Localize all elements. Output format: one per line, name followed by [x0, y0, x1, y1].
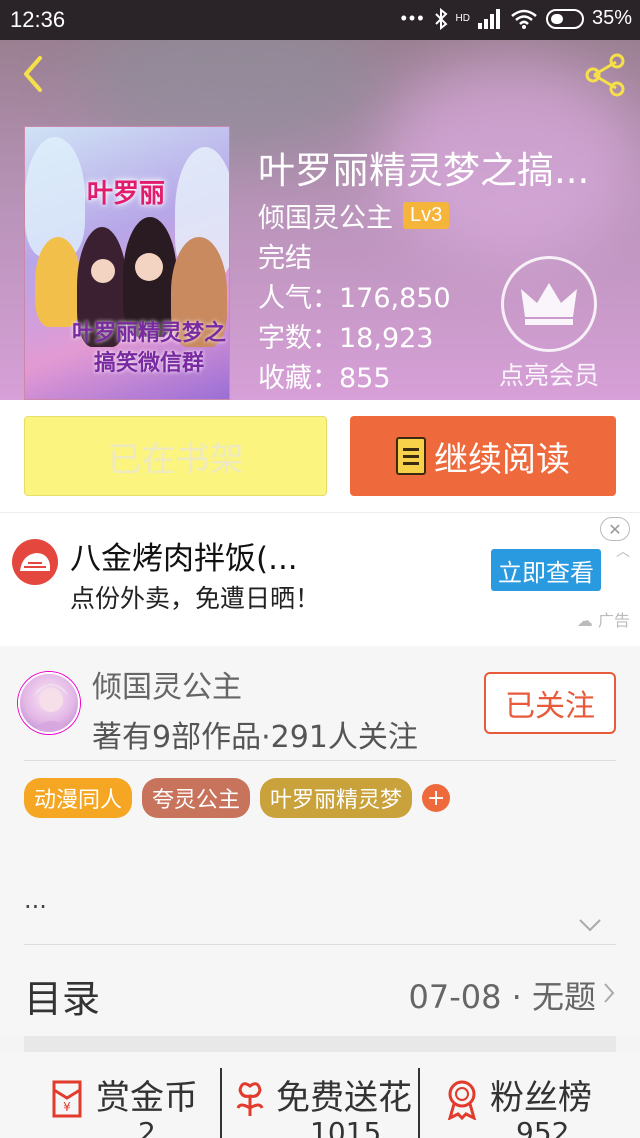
- medal-icon: [447, 1080, 477, 1120]
- section-divider: [24, 1036, 616, 1052]
- back-icon[interactable]: [18, 54, 48, 94]
- signal-icon: [477, 8, 500, 29]
- action-bar: 已在书架 继续阅读: [0, 400, 640, 512]
- bottom-stats: ¥ 赏金币 2 免费送花 1015 粉丝榜 952: [0, 1052, 640, 1138]
- cover-logo: 叶罗丽: [87, 179, 166, 209]
- add-tag-button[interactable]: +: [422, 784, 451, 812]
- status-bar: 12:36 ••• HD 35%: [0, 0, 640, 40]
- chevron-down-icon[interactable]: [578, 918, 602, 932]
- flower-icon: [236, 1082, 264, 1116]
- book-word-count: 字数：18,923: [258, 323, 434, 354]
- hd-label: HD: [455, 13, 470, 24]
- tag-list: 动漫同人 夸灵公主 叶罗丽精灵梦 +: [24, 778, 451, 818]
- crown-icon: [501, 256, 597, 352]
- cover-face: [135, 253, 163, 281]
- book-status: 完结: [258, 243, 312, 274]
- in-shelf-label: 已在书架: [107, 439, 244, 480]
- chevron-right-icon: [604, 983, 615, 1003]
- share-icon[interactable]: [582, 52, 628, 98]
- tag-item[interactable]: 动漫同人: [24, 778, 133, 818]
- stat-label: 免费送花: [276, 1078, 412, 1118]
- wifi-icon: [511, 9, 537, 29]
- book-cover[interactable]: 叶罗丽 叶罗丽精灵梦之搞笑微信群: [24, 126, 230, 400]
- stat-value: 1015: [310, 1116, 382, 1138]
- status-time: 12:36: [10, 7, 66, 32]
- book-header: 叶罗丽 叶罗丽精灵梦之搞笑微信群 叶罗丽精灵梦之搞... 倾国灵公主 Lv3 完…: [0, 40, 640, 400]
- continue-reading-button[interactable]: 继续阅读: [350, 416, 616, 496]
- cover-subtitle: 叶罗丽精灵梦之搞笑微信群: [71, 321, 226, 376]
- divider: [24, 760, 616, 761]
- book-icon: [396, 437, 426, 475]
- battery-icon: [545, 8, 584, 29]
- book-favorites: 收藏：855: [258, 363, 391, 394]
- stat-reward[interactable]: ¥ 赏金币 2: [0, 1052, 214, 1138]
- ad-label-text: 广告: [597, 611, 630, 630]
- vip-button[interactable]: 点亮会员: [494, 256, 604, 392]
- status-icons: ••• HD 35%: [401, 7, 632, 30]
- ad-title: 八金烤肉拌饭(...: [70, 541, 298, 577]
- ad-description: 点份外卖，免遭日晒！: [70, 584, 321, 613]
- cover-face: [91, 259, 115, 283]
- author-name[interactable]: 倾国灵公主: [92, 662, 242, 706]
- follow-button[interactable]: 已关注: [484, 672, 616, 734]
- tag-item[interactable]: 叶罗丽精灵梦: [260, 778, 413, 818]
- catalog-latest: 07-08 · 无题: [408, 978, 596, 1016]
- ad-cta-button[interactable]: 立即查看: [491, 549, 601, 591]
- stat-label: 赏金币: [96, 1078, 198, 1118]
- catalog-label: 目录: [24, 977, 101, 1021]
- book-author-row: 倾国灵公主 Lv3: [258, 196, 450, 235]
- notification-dots-icon: •••: [400, 8, 426, 28]
- vip-label: 点亮会员: [498, 361, 599, 390]
- red-envelope-icon: ¥: [52, 1080, 82, 1118]
- book-title: 叶罗丽精灵梦之搞...: [258, 149, 590, 192]
- stat-value: 952: [516, 1116, 570, 1138]
- continue-reading-label: 继续阅读: [434, 439, 570, 480]
- ad-banner[interactable]: 八金烤肉拌饭(... 点份外卖，免遭日晒！ 立即查看 ✕ ︿ ☁ 广告: [0, 512, 640, 646]
- battery-percent: 35%: [591, 7, 632, 29]
- tag-item[interactable]: 夸灵公主: [142, 778, 251, 818]
- ad-collapse-icon[interactable]: ︿: [616, 541, 630, 561]
- divider: [24, 944, 616, 945]
- author-level-badge: Lv3: [403, 202, 450, 229]
- stat-value: 2: [138, 1116, 156, 1138]
- in-shelf-button[interactable]: 已在书架: [24, 416, 327, 496]
- catalog-row[interactable]: 目录 07-08 · 无题: [0, 960, 640, 1036]
- svg-text:¥: ¥: [63, 1100, 71, 1114]
- author-avatar[interactable]: [18, 672, 80, 734]
- author-section: 倾国灵公主 著有9部作品·291人关注 已关注 动漫同人 夸灵公主 叶罗丽精灵梦…: [0, 646, 640, 960]
- stat-flowers[interactable]: 免费送花 1015: [222, 1052, 418, 1138]
- bluetooth-icon: [434, 7, 448, 30]
- ad-logo-icon: [12, 539, 58, 585]
- book-popularity: 人气：176,850: [258, 283, 451, 314]
- stat-label: 粉丝榜: [490, 1078, 592, 1118]
- book-summary: ...: [24, 886, 47, 914]
- ad-label: ☁ 广告: [576, 611, 630, 630]
- book-author[interactable]: 倾国灵公主: [258, 196, 393, 235]
- ad-close-icon[interactable]: ✕: [600, 517, 630, 541]
- stat-fans[interactable]: 粉丝榜 952: [420, 1052, 640, 1138]
- author-stats: 著有9部作品·291人关注: [92, 720, 418, 755]
- cover-figure: [35, 237, 81, 327]
